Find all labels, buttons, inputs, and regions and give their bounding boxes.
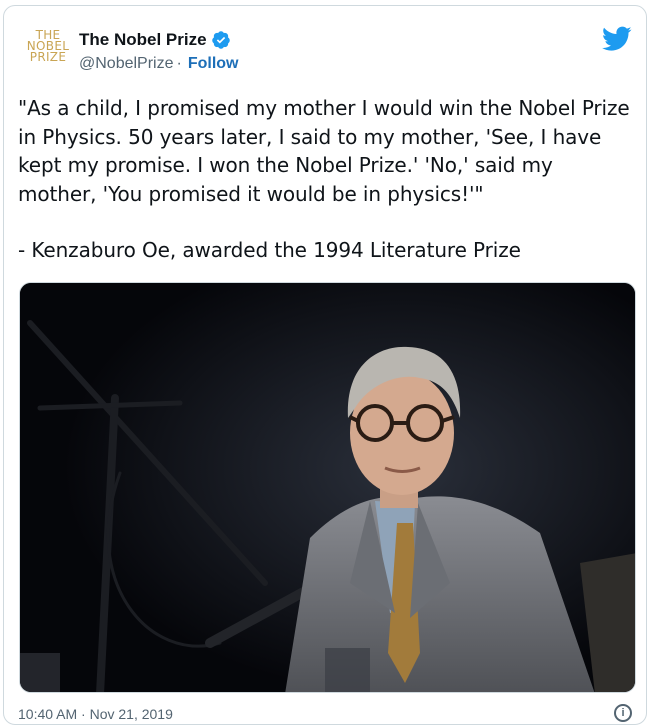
tweet-timestamp[interactable]: 10:40 AM · Nov 21, 2019 bbox=[18, 706, 173, 722]
verified-badge-icon bbox=[211, 31, 230, 49]
tweet-header: THE NOBEL PRIZE The Nobel Prize @NobelPr… bbox=[4, 6, 646, 86]
info-icon[interactable]: i bbox=[614, 704, 632, 722]
follow-button[interactable]: Follow bbox=[188, 55, 239, 73]
avatar-line-3: PRIZE bbox=[29, 50, 67, 64]
name-row: The Nobel Prize bbox=[79, 27, 238, 53]
tweet-quote: "As a child, I promised my mother I woul… bbox=[18, 96, 630, 206]
kenzaburo-oe-photo bbox=[20, 283, 635, 692]
tweet-card: THE NOBEL PRIZE The Nobel Prize @NobelPr… bbox=[3, 5, 647, 725]
account-info: The Nobel Prize @NobelPrize · Follow bbox=[79, 27, 238, 73]
water-glass bbox=[20, 653, 60, 692]
tweet-photo[interactable] bbox=[19, 282, 636, 693]
nobel-prize-avatar[interactable]: THE NOBEL PRIZE bbox=[22, 29, 74, 74]
handle-row: @NobelPrize · Follow bbox=[79, 55, 238, 73]
account-handle[interactable]: @NobelPrize bbox=[79, 55, 174, 73]
display-name[interactable]: The Nobel Prize bbox=[79, 30, 207, 50]
tweet-attribution: - Kenzaburo Oe, awarded the 1994 Literat… bbox=[18, 238, 521, 262]
separator-dot: · bbox=[176, 55, 182, 72]
tweet-body: "As a child, I promised my mother I woul… bbox=[18, 94, 634, 265]
twitter-bird-icon[interactable] bbox=[602, 26, 632, 52]
